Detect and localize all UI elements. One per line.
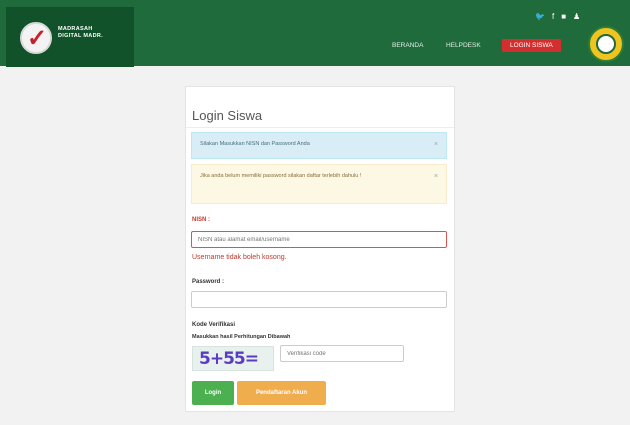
login-button[interactable]: Login <box>192 381 234 405</box>
page-title: Login Siswa <box>192 108 263 123</box>
app-logo[interactable]: ✓ <box>20 22 52 54</box>
user-icon[interactable]: ♟ <box>573 12 580 21</box>
warning-alert: Jika anda belum memiliki password silaka… <box>191 164 447 204</box>
title-divider <box>186 127 454 128</box>
nisn-label: NISN : <box>192 217 210 223</box>
checkmark-logo-icon: ✓ <box>27 25 48 52</box>
nav-beranda-link[interactable]: BERANDA <box>392 42 423 49</box>
logo-text-line2: DIGITAL MADR. <box>58 33 103 39</box>
logo-text: MADRASAH DIGITAL MADR. <box>58 26 103 40</box>
nav-item-helpdesk[interactable]: HELPDESK <box>446 42 481 49</box>
close-icon[interactable]: × <box>434 140 438 149</box>
nisn-input[interactable] <box>191 231 447 248</box>
verification-sublabel: Masukkan hasil Perhitungan Dibawah <box>192 334 291 340</box>
warning-alert-text: Jika anda belum memiliki password silaka… <box>200 173 362 179</box>
password-label: Password : <box>192 279 225 285</box>
facebook-icon[interactable]: f <box>552 12 554 21</box>
instagram-icon[interactable]: ■ <box>561 12 566 21</box>
login-siswa-button[interactable]: LOGIN SISWA <box>502 39 561 52</box>
emblem-center-icon <box>596 34 616 54</box>
twitter-icon[interactable]: 🐦 <box>535 12 545 21</box>
nav-item-login-siswa[interactable]: LOGIN SISWA <box>502 39 561 52</box>
social-links: 🐦 f ■ ♟ <box>535 12 580 21</box>
nav-item-beranda[interactable]: BERANDA <box>392 42 423 49</box>
nisn-error-message: Username tidak boleh kosong. <box>192 254 287 261</box>
nav-helpdesk-link[interactable]: HELPDESK <box>446 42 481 49</box>
ministry-emblem <box>588 26 624 62</box>
verification-label: Kode Verifikasi <box>192 322 236 328</box>
password-input[interactable] <box>191 291 447 308</box>
verification-code-input[interactable] <box>280 345 404 362</box>
logo-text-line1: MADRASAH <box>58 26 93 32</box>
close-icon[interactable]: × <box>434 172 438 181</box>
info-alert-text: Silakan Masukkan NISN dan Password Anda <box>200 141 310 147</box>
info-alert: Silakan Masukkan NISN dan Password Anda … <box>191 132 447 159</box>
register-account-button[interactable]: Pendaftaran Akun <box>237 381 326 405</box>
captcha-image: 5+55= <box>192 346 274 371</box>
